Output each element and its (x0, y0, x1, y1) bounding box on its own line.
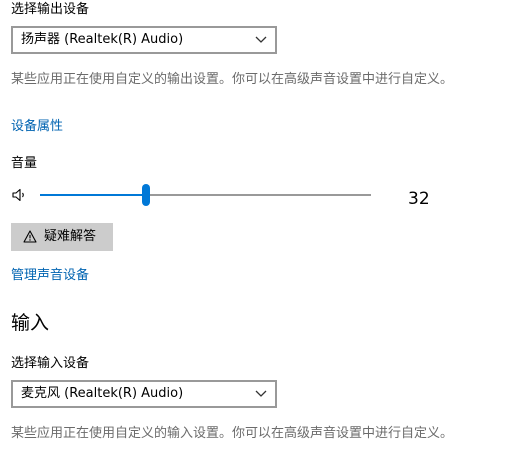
output-device-dropdown[interactable]: 扬声器 (Realtek(R) Audio) (11, 26, 277, 54)
input-section-title: 输入 (11, 312, 50, 334)
chevron-down-icon (255, 36, 267, 43)
volume-slider[interactable] (40, 184, 371, 208)
manage-sound-devices-link[interactable]: 管理声音设备 (11, 268, 89, 284)
sound-settings-page: 选择输出设备 扬声器 (Realtek(R) Audio) 某些应用正在使用自定… (0, 0, 520, 458)
output-description: 某些应用正在使用自定义的输出设置。你可以在高级声音设置中进行自定义。 (11, 72, 454, 87)
troubleshoot-button[interactable]: 疑难解答 (11, 223, 113, 251)
troubleshoot-label: 疑难解答 (44, 229, 97, 244)
output-device-value: 扬声器 (Realtek(R) Audio) (21, 32, 184, 47)
volume-label: 音量 (11, 156, 38, 171)
input-device-value: 麦克风 (Realtek(R) Audio) (21, 386, 184, 401)
speaker-icon[interactable] (12, 188, 28, 202)
volume-value: 32 (408, 189, 430, 209)
chevron-down-icon (255, 390, 267, 397)
input-description: 某些应用正在使用自定义的输入设置。你可以在高级声音设置中进行自定义。 (11, 426, 454, 441)
volume-slider-thumb[interactable] (142, 184, 150, 206)
input-device-dropdown[interactable]: 麦克风 (Realtek(R) Audio) (11, 380, 277, 408)
device-properties-link[interactable]: 设备属性 (11, 119, 63, 135)
output-device-label: 选择输出设备 (11, 2, 90, 17)
input-device-label: 选择输入设备 (11, 356, 90, 371)
warning-triangle-icon (23, 230, 37, 243)
volume-slider-fill (40, 194, 146, 196)
